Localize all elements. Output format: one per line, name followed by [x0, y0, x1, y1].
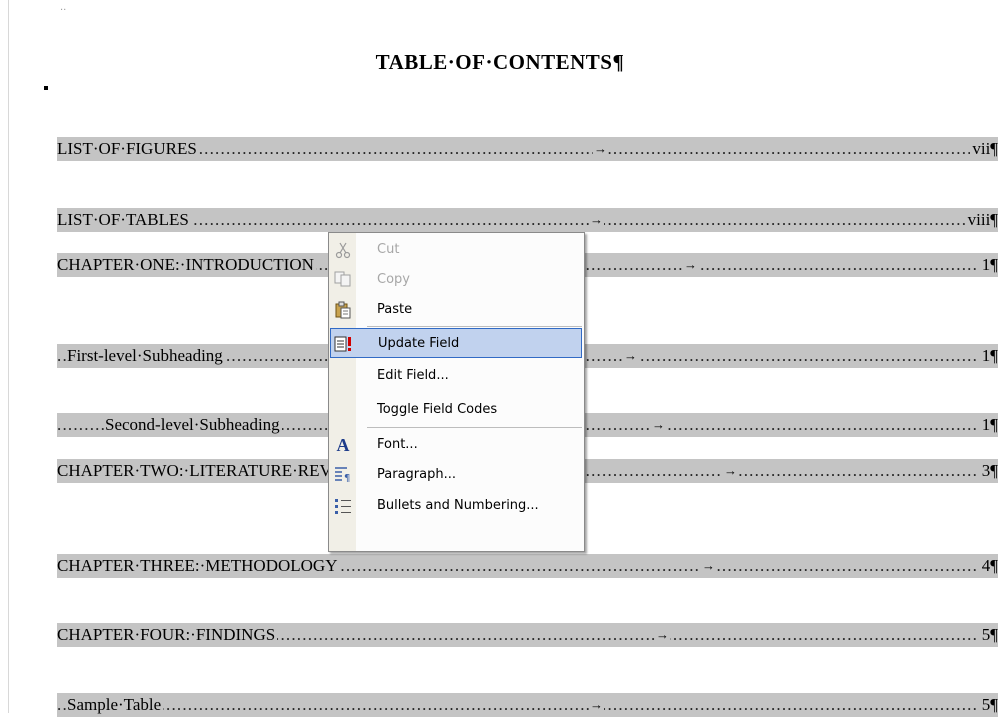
toc-page-number: 5¶: [979, 623, 998, 647]
menu-separator: [367, 427, 582, 428]
toc-entry-text: Second-level·Subheading: [105, 413, 282, 437]
page-title: TABLE·OF·CONTENTS¶: [375, 50, 625, 74]
toc-entry-list-of-tables[interactable]: ........................................…: [57, 208, 998, 232]
tab-arrow-icon: →: [701, 554, 716, 578]
toc-page-number: 5¶: [979, 693, 998, 717]
menu-item-copy[interactable]: Copy: [330, 265, 582, 295]
toc-entry-text: CHAPTER·TWO:·LITERATURE·REVIEW: [57, 459, 366, 483]
tab-arrow-icon: →: [651, 413, 666, 437]
menu-separator: [367, 326, 582, 327]
toc-page-number: 3¶: [979, 459, 998, 483]
toc-page-number: 4¶: [979, 554, 998, 578]
menu-item-label: Bullets and Numbering...: [377, 498, 539, 513]
menu-item-label: Cut: [377, 242, 400, 257]
context-menu: Cut Copy Paste Update Field Edit Field..…: [328, 232, 585, 552]
svg-text:¶: ¶: [344, 473, 350, 482]
toc-entry-chapter-three[interactable]: ........................................…: [57, 554, 998, 578]
menu-item-paragraph[interactable]: ¶ Paragraph...: [330, 460, 582, 490]
toc-entry-text: LIST·OF·TABLES: [57, 208, 191, 232]
menu-item-label: Paste: [377, 302, 413, 317]
scissors-icon: [333, 241, 353, 259]
tab-arrow-icon: →: [623, 344, 638, 368]
bullets-icon: [333, 497, 353, 515]
corner-mark: ..: [60, 2, 67, 13]
menu-item-bullets-and-numbering[interactable]: Bullets and Numbering...: [330, 491, 582, 521]
toc-entry-text: CHAPTER·ONE:·INTRODUCTION: [57, 253, 316, 277]
toc-entry-text: LIST·OF·FIGURES: [57, 137, 199, 161]
tab-leader: ........................................…: [57, 210, 976, 229]
tab-leader: ........................................…: [57, 695, 976, 714]
toc-page-number: 1¶: [979, 253, 998, 277]
toc-entry-text: CHAPTER·FOUR:·FINDINGS: [57, 623, 278, 647]
paste-icon: [333, 301, 353, 319]
toc-entry-chapter-four[interactable]: ........................................…: [57, 623, 998, 647]
menu-item-label: Paragraph...: [377, 467, 456, 482]
page-margin-line: [8, 0, 9, 713]
toc-page-number: 1¶: [979, 413, 998, 437]
menu-item-label: Copy: [377, 272, 410, 287]
update-field-icon: [334, 335, 354, 353]
menu-item-label: Toggle Field Codes: [377, 402, 498, 417]
font-icon: A: [336, 435, 350, 455]
menu-item-cut[interactable]: Cut: [330, 235, 582, 265]
menu-item-font[interactable]: A Font...: [330, 430, 582, 460]
tab-arrow-icon: →: [589, 208, 604, 232]
hidden-paragraph-mark: [44, 86, 48, 90]
copy-icon: [333, 271, 353, 289]
menu-item-label: Update Field: [378, 336, 460, 351]
tab-arrow-icon: →: [683, 253, 698, 277]
tab-arrow-icon: →: [655, 623, 670, 647]
tab-arrow-icon: →: [589, 693, 604, 717]
toc-page-number: viii¶: [965, 208, 998, 232]
menu-item-toggle-field-codes[interactable]: Toggle Field Codes: [330, 395, 582, 425]
toc-entry-text: First-level·Subheading: [67, 344, 225, 368]
toc-page-number: vii¶: [970, 137, 998, 161]
menu-item-label: Edit Field...: [377, 368, 449, 383]
menu-item-edit-field[interactable]: Edit Field...: [330, 361, 582, 391]
toc-entry-sample-table[interactable]: ........................................…: [57, 693, 998, 717]
toc-entry-list-of-figures[interactable]: ........................................…: [57, 137, 998, 161]
toc-entry-text: Sample·Table: [67, 693, 164, 717]
menu-item-label: Font...: [377, 437, 418, 452]
menu-item-update-field[interactable]: Update Field: [330, 328, 582, 358]
menu-item-paste[interactable]: Paste: [330, 295, 582, 325]
paragraph-icon: ¶: [333, 466, 353, 484]
tab-arrow-icon: →: [723, 459, 738, 483]
toc-page-number: 1¶: [979, 344, 998, 368]
toc-entry-text: CHAPTER·THREE:·METHODOLOGY: [57, 554, 340, 578]
tab-arrow-icon: →: [593, 137, 608, 161]
